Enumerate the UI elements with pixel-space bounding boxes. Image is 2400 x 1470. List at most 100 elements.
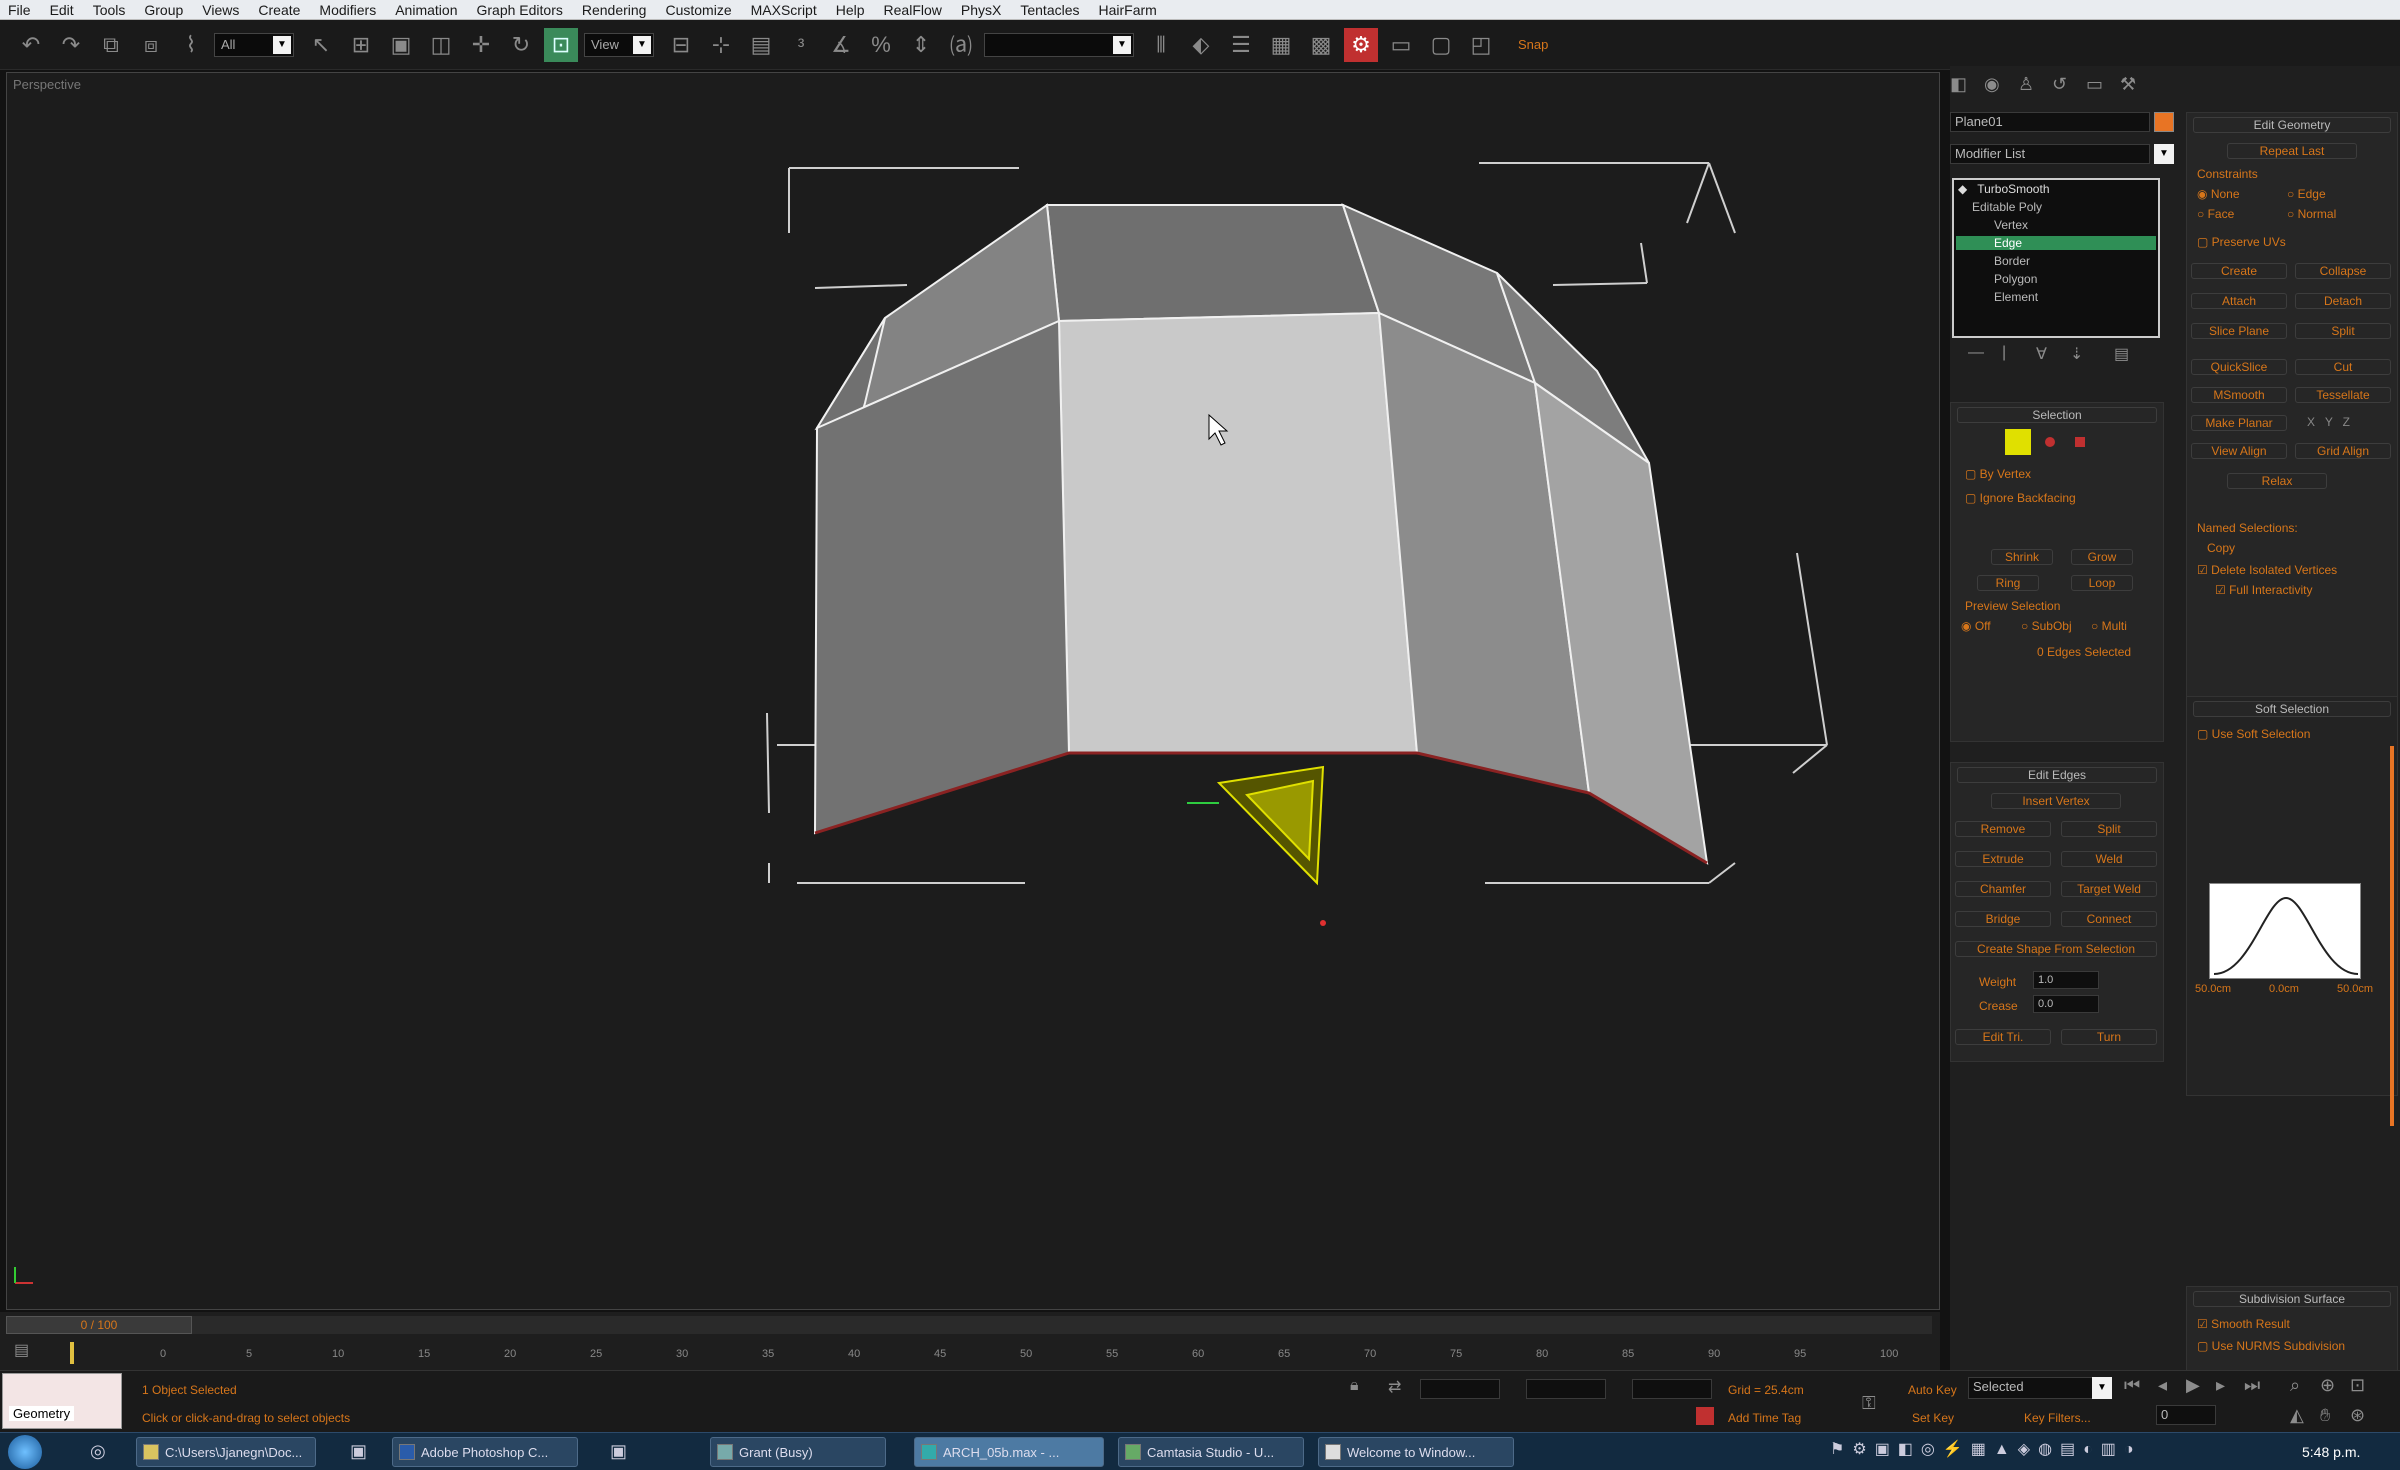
- move-icon[interactable]: ✛: [464, 28, 498, 62]
- menu-animation[interactable]: Animation: [395, 2, 457, 18]
- split-button[interactable]: Split: [2061, 821, 2157, 837]
- detach-button[interactable]: Detach: [2295, 293, 2391, 309]
- redo-icon[interactable]: ↷: [54, 28, 88, 62]
- select-object-icon[interactable]: ↖: [304, 28, 338, 62]
- weight-spinner[interactable]: 1.0: [2033, 971, 2099, 989]
- auto-key-button[interactable]: Auto Key: [1908, 1383, 1957, 1397]
- go-to-end-icon[interactable]: ⏭: [2244, 1375, 2260, 1396]
- taskbar-item-photoshop[interactable]: Adobe Photoshop C...: [392, 1437, 578, 1467]
- show-end-result-icon[interactable]: |: [2002, 344, 2006, 362]
- edit-named-selection-icon[interactable]: ⒜: [944, 28, 978, 62]
- menu-help[interactable]: Help: [836, 2, 865, 18]
- menu-graph-editors[interactable]: Graph Editors: [476, 2, 562, 18]
- taskbar-item-3dsmax[interactable]: ARCH_05b.max - ...: [914, 1437, 1104, 1467]
- undo-icon[interactable]: ↶: [14, 28, 48, 62]
- cut-button[interactable]: Cut: [2295, 359, 2391, 375]
- polygon-mode-icon[interactable]: [2045, 437, 2055, 447]
- go-to-start-icon[interactable]: ⏮: [2124, 1375, 2140, 1396]
- select-manipulate-icon[interactable]: ⊹: [704, 28, 738, 62]
- spinner-snap-icon[interactable]: ⇕: [904, 28, 938, 62]
- soft-selection-rollout-header[interactable]: Soft Selection: [2193, 701, 2391, 717]
- zoom-extents-icon[interactable]: ⊡: [2350, 1375, 2365, 1396]
- stack-item-element[interactable]: Element: [1994, 290, 2038, 304]
- grow-button[interactable]: Grow: [2071, 549, 2133, 565]
- menu-tentacles[interactable]: Tentacles: [1020, 2, 1079, 18]
- collapse-button[interactable]: Collapse: [2295, 263, 2391, 279]
- zoom-all-icon[interactable]: ⊕: [2320, 1375, 2335, 1396]
- chevron-down-icon[interactable]: ▼: [2092, 1377, 2112, 1399]
- menu-group[interactable]: Group: [144, 2, 183, 18]
- align-icon[interactable]: ⬖: [1184, 28, 1218, 62]
- stack-item-border[interactable]: Border: [1994, 254, 2030, 268]
- window-crossing-icon[interactable]: ◫: [424, 28, 458, 62]
- rect-region-icon[interactable]: ▣: [384, 28, 418, 62]
- preserve-uvs-checkbox[interactable]: ▢ Preserve UVs: [2197, 235, 2286, 249]
- slice-plane-button[interactable]: Slice Plane: [2191, 323, 2287, 339]
- insert-vertex-button[interactable]: Insert Vertex: [1991, 793, 2121, 809]
- field-of-view-icon[interactable]: ◭: [2290, 1405, 2304, 1426]
- snaps-toggle-icon[interactable]: ᵌ: [784, 28, 818, 62]
- viewport-canvas[interactable]: [7, 73, 1941, 1311]
- mini-curve-editor-icon[interactable]: ▤: [14, 1340, 29, 1360]
- percent-snap-icon[interactable]: %: [864, 28, 898, 62]
- key-mode-dropdown[interactable]: Selected: [1968, 1377, 2098, 1399]
- camera-target-gizmo[interactable]: [1187, 765, 1326, 926]
- menu-file[interactable]: File: [8, 2, 31, 18]
- bridge-button[interactable]: Bridge: [1955, 911, 2051, 927]
- display-tab-icon[interactable]: ▭: [2086, 74, 2103, 95]
- x-coord-field[interactable]: [1420, 1379, 1500, 1399]
- edit-tri-button[interactable]: Edit Tri.: [1955, 1029, 2051, 1045]
- rotate-icon[interactable]: ↻: [504, 28, 538, 62]
- mesh-plane-object[interactable]: [813, 203, 1709, 865]
- constraint-edge-radio[interactable]: ○ Edge: [2287, 187, 2326, 201]
- ie-icon[interactable]: ◎: [90, 1441, 106, 1462]
- material-editor-icon[interactable]: ▭: [1384, 28, 1418, 62]
- extrude-button[interactable]: Extrude: [1955, 851, 2051, 867]
- attach-button[interactable]: Attach: [2191, 293, 2287, 309]
- stack-item-vertex[interactable]: Vertex: [1994, 218, 2028, 232]
- grid-align-button[interactable]: Grid Align: [2295, 443, 2391, 459]
- set-key-icon[interactable]: ⚿: [1862, 1393, 1876, 1414]
- chamfer-button[interactable]: Chamfer: [1955, 881, 2051, 897]
- angle-snap-icon[interactable]: ∡: [824, 28, 858, 62]
- selection-rollout-header[interactable]: Selection: [1957, 407, 2157, 423]
- element-mode-icon[interactable]: [2075, 437, 2085, 447]
- stack-item-polygon[interactable]: Polygon: [1994, 272, 2037, 286]
- time-slider-track[interactable]: [192, 1316, 1932, 1334]
- repeat-last-button[interactable]: Repeat Last: [2227, 143, 2357, 159]
- time-slider[interactable]: 0 / 100: [6, 1316, 192, 1334]
- menu-rendering[interactable]: Rendering: [582, 2, 647, 18]
- planar-axis-buttons[interactable]: X Y Z: [2307, 415, 2350, 429]
- z-coord-field[interactable]: [1632, 1379, 1712, 1399]
- taskbar-item-welcome[interactable]: Welcome to Window...: [1318, 1437, 1514, 1467]
- make-planar-button[interactable]: Make Planar: [2191, 415, 2287, 431]
- system-tray-icons[interactable]: ⚑⚙▣◧◎⚡▦▲◈◍▤◐▥◑: [1830, 1439, 2290, 1465]
- target-weld-button[interactable]: Target Weld: [2061, 881, 2157, 897]
- crease-spinner[interactable]: 0.0: [2033, 995, 2099, 1013]
- constraint-face-radio[interactable]: ○ Face: [2197, 207, 2234, 221]
- tessellate-button[interactable]: Tessellate: [2295, 387, 2391, 403]
- lock-selection-icon[interactable]: 🔒︎: [1350, 1377, 1359, 1395]
- remove-button[interactable]: Remove: [1955, 821, 2051, 837]
- use-nurms-checkbox[interactable]: ▢ Use NURMS Subdivision: [2197, 1339, 2345, 1353]
- create-shape-button[interactable]: Create Shape From Selection: [1955, 941, 2157, 957]
- stack-item-editable-poly[interactable]: Editable Poly: [1972, 200, 2042, 214]
- constraint-normal-radio[interactable]: ○ Normal: [2287, 207, 2336, 221]
- delete-isolated-checkbox[interactable]: ☑ Delete Isolated Vertices: [2197, 563, 2337, 577]
- set-key-button[interactable]: Set Key: [1912, 1411, 1954, 1425]
- relax-button[interactable]: Relax: [2227, 473, 2327, 489]
- app-icon-2[interactable]: ▣: [610, 1441, 627, 1462]
- chevron-down-icon[interactable]: ▼: [2154, 144, 2174, 164]
- menu-edit[interactable]: Edit: [50, 2, 74, 18]
- key-filters-button[interactable]: Key Filters...: [2024, 1411, 2091, 1425]
- msmooth-button[interactable]: MSmooth: [2191, 387, 2287, 403]
- edge-mode-icon[interactable]: [2005, 429, 2031, 455]
- utilities-tab-icon[interactable]: ⚒: [2120, 74, 2136, 95]
- modifier-list-dropdown[interactable]: Modifier List: [1950, 144, 2150, 164]
- pin-stack-icon[interactable]: —: [1968, 344, 1984, 362]
- render-setup-icon[interactable]: ▢: [1424, 28, 1458, 62]
- add-time-tag-button[interactable]: Add Time Tag: [1728, 1411, 1801, 1425]
- y-coord-field[interactable]: [1526, 1379, 1606, 1399]
- menu-realflow[interactable]: RealFlow: [884, 2, 942, 18]
- full-interactivity-checkbox[interactable]: ☑ Full Interactivity: [2215, 583, 2312, 597]
